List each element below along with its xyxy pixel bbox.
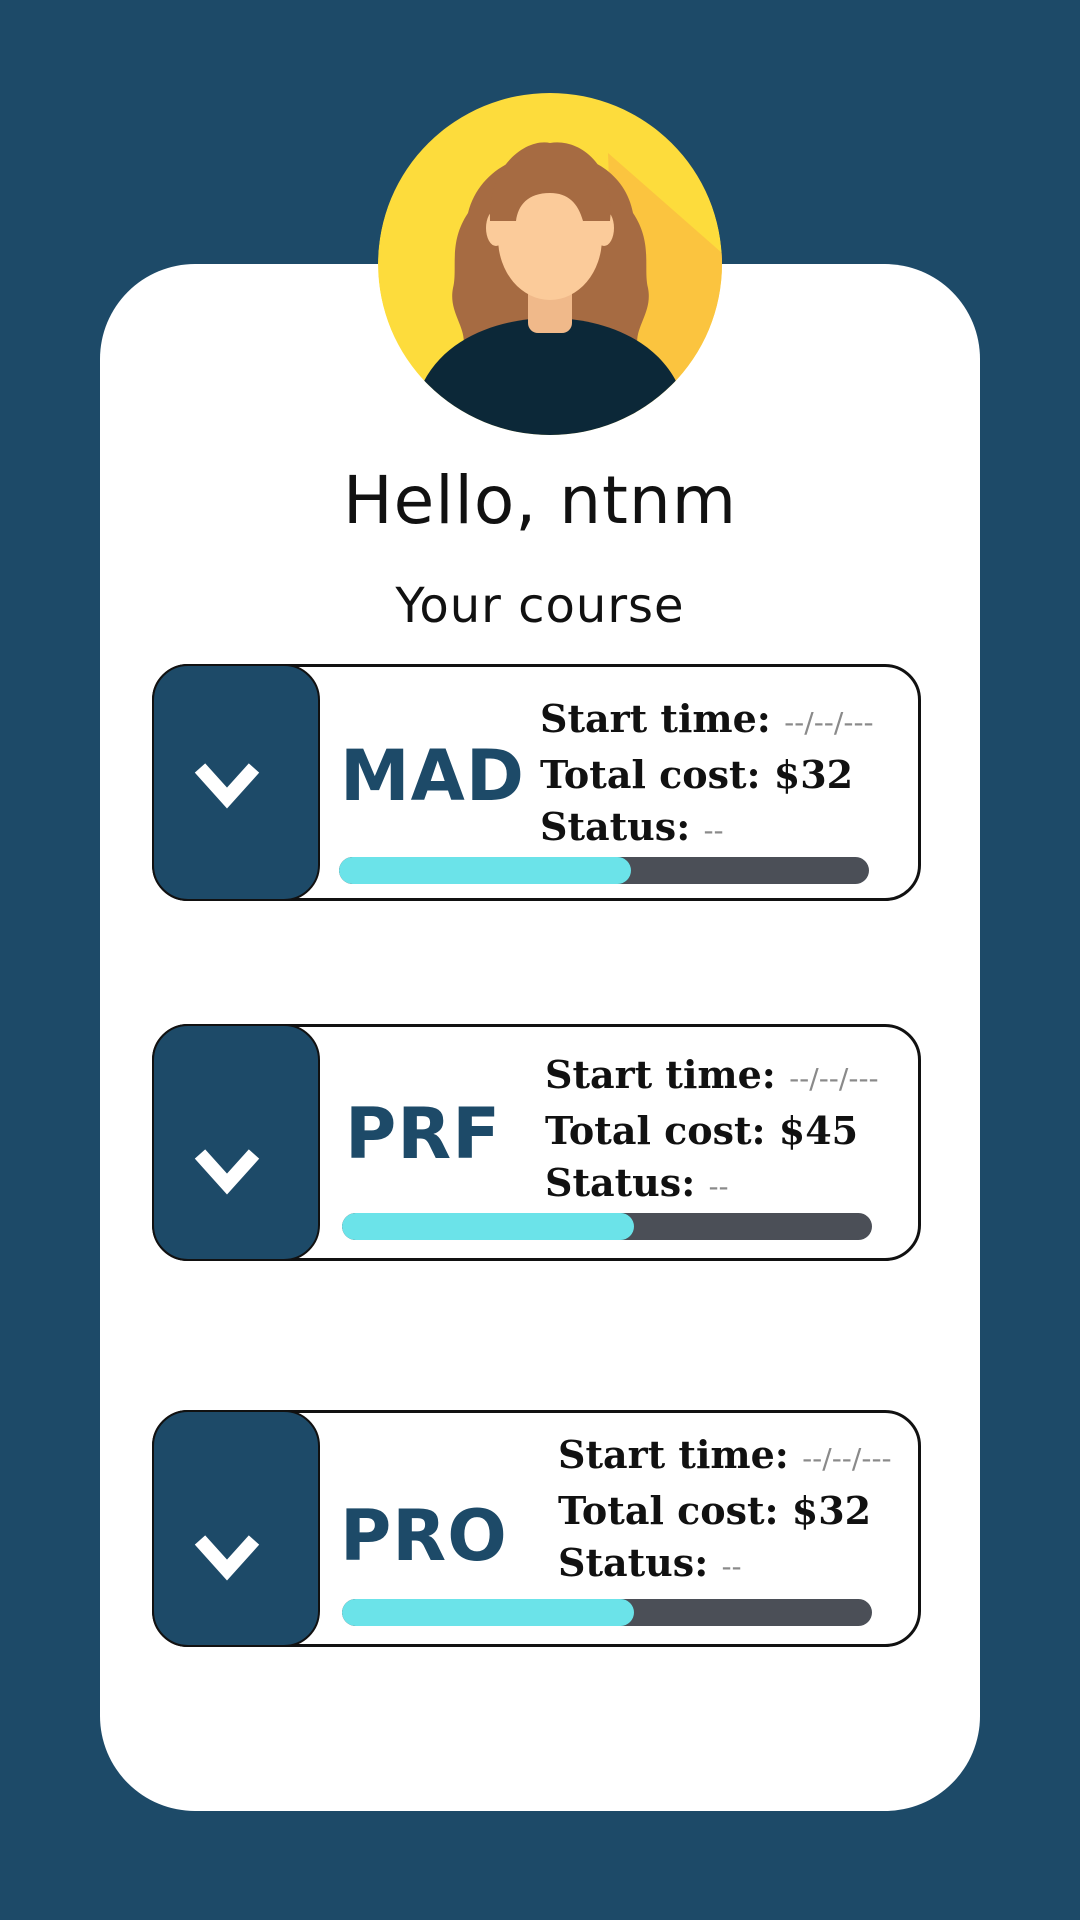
start-time-row: Start time: --/--/--- bbox=[545, 1049, 879, 1105]
start-time-label: Start time: bbox=[540, 696, 771, 741]
expand-button[interactable] bbox=[152, 664, 320, 901]
progress-bar bbox=[339, 857, 869, 884]
start-time-value: --/--/--- bbox=[789, 1062, 879, 1095]
course-card[interactable]: PRF Start time: --/--/--- Total cost: $4… bbox=[152, 1024, 921, 1261]
total-cost-label: Total cost: bbox=[558, 1488, 779, 1533]
status-value: -- bbox=[703, 814, 724, 847]
course-info: Start time: --/--/--- Total cost: $32 St… bbox=[558, 1429, 892, 1593]
start-time-label: Start time: bbox=[558, 1432, 789, 1477]
status-row: Status: -- bbox=[545, 1157, 879, 1213]
status-row: Status: -- bbox=[540, 801, 874, 857]
chevron-down-icon bbox=[194, 763, 260, 809]
expand-button[interactable] bbox=[152, 1410, 320, 1647]
course-code: MAD bbox=[340, 735, 525, 817]
start-time-label: Start time: bbox=[545, 1052, 776, 1097]
greeting-text: Hello, ntnm bbox=[342, 462, 738, 539]
course-info: Start time: --/--/--- Total cost: $45 St… bbox=[545, 1049, 879, 1213]
status-label: Status: bbox=[558, 1540, 709, 1585]
expand-button[interactable] bbox=[152, 1024, 320, 1261]
course-code: PRF bbox=[345, 1093, 502, 1175]
course-card[interactable]: MAD Start time: --/--/--- Total cost: $3… bbox=[152, 664, 921, 901]
total-cost-value: $32 bbox=[773, 752, 854, 797]
status-label: Status: bbox=[540, 804, 691, 849]
total-cost-row: Total cost: $32 bbox=[540, 749, 874, 801]
total-cost-value: $32 bbox=[791, 1488, 872, 1533]
total-cost-row: Total cost: $32 bbox=[558, 1485, 892, 1537]
avatar bbox=[378, 93, 722, 435]
progress-bar bbox=[342, 1213, 872, 1240]
total-cost-row: Total cost: $45 bbox=[545, 1105, 879, 1157]
status-row: Status: -- bbox=[558, 1537, 892, 1593]
start-time-row: Start time: --/--/--- bbox=[540, 693, 874, 749]
status-label: Status: bbox=[545, 1160, 696, 1205]
start-time-value: --/--/--- bbox=[802, 1442, 892, 1475]
course-code: PRO bbox=[340, 1495, 508, 1577]
progress-fill bbox=[342, 1213, 634, 1240]
total-cost-label: Total cost: bbox=[545, 1108, 766, 1153]
chevron-down-icon bbox=[194, 1149, 260, 1195]
section-title: Your course bbox=[395, 578, 685, 634]
course-info: Start time: --/--/--- Total cost: $32 St… bbox=[540, 693, 874, 857]
total-cost-value: $45 bbox=[778, 1108, 859, 1153]
progress-fill bbox=[339, 857, 631, 884]
start-time-value: --/--/--- bbox=[784, 706, 874, 739]
status-value: -- bbox=[708, 1170, 729, 1203]
course-card[interactable]: PRO Start time: --/--/--- Total cost: $3… bbox=[152, 1410, 921, 1647]
progress-bar bbox=[342, 1599, 872, 1626]
status-value: -- bbox=[721, 1550, 742, 1583]
start-time-row: Start time: --/--/--- bbox=[558, 1429, 892, 1485]
chevron-down-icon bbox=[194, 1535, 260, 1581]
total-cost-label: Total cost: bbox=[540, 752, 761, 797]
progress-fill bbox=[342, 1599, 634, 1626]
